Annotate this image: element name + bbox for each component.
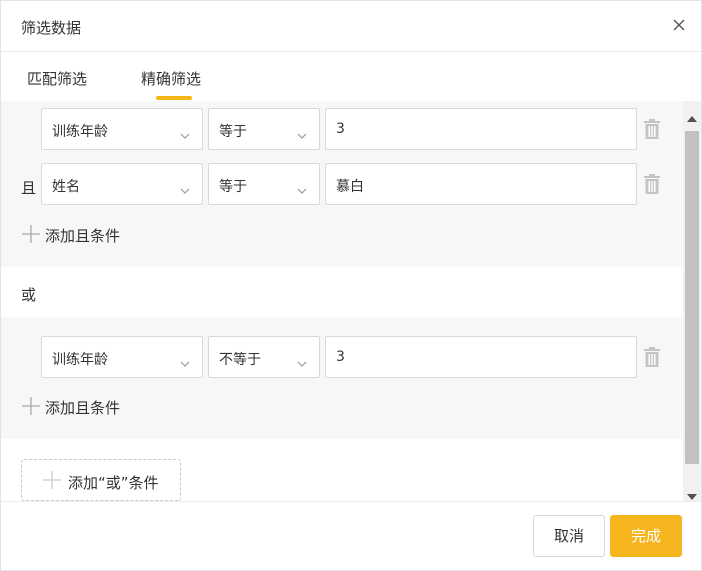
dialog-title: 筛选数据: [21, 19, 82, 37]
trash-icon[interactable]: [642, 173, 662, 195]
operator-select[interactable]: 不等于: [208, 336, 320, 378]
scrollbar-thumb[interactable]: [685, 131, 699, 464]
value-input-text: 3: [336, 121, 345, 137]
condition-group: 训练年龄 不等于 3 添加且条件: [1, 317, 683, 439]
field-select-value: 训练年龄: [52, 352, 108, 368]
field-select-value: 训练年龄: [52, 124, 108, 140]
done-button-label: 完成: [630, 527, 661, 545]
add-or-condition-button[interactable]: 添加“或”条件: [21, 459, 181, 501]
value-input-text: 3: [336, 349, 345, 365]
chevron-down-icon: [297, 180, 307, 199]
cancel-button[interactable]: 取消: [533, 515, 605, 557]
and-connector-label: 且: [21, 179, 37, 197]
value-input[interactable]: 慕白: [325, 163, 637, 205]
value-input[interactable]: 3: [325, 108, 637, 150]
value-input-text: 慕白: [336, 179, 364, 195]
operator-select-value: 等于: [219, 179, 247, 195]
add-or-condition-label: 添加“或”条件: [68, 474, 159, 492]
operator-select-value: 等于: [219, 124, 247, 140]
chevron-down-icon: [297, 125, 307, 144]
operator-select-value: 不等于: [219, 352, 261, 368]
field-select[interactable]: 训练年龄: [41, 108, 203, 150]
vertical-scrollbar[interactable]: [683, 101, 701, 501]
plus-icon: [42, 470, 62, 494]
tab-bar: 匹配筛选 精确筛选: [1, 52, 701, 102]
value-input[interactable]: 3: [325, 336, 637, 378]
condition-list: 训练年龄 等于 3 且 姓名 等于 慕白 添加且条件 或 训练年龄 不等于 3 …: [1, 101, 683, 501]
field-select-value: 姓名: [52, 179, 80, 195]
condition-group: 训练年龄 等于 3 且 姓名 等于 慕白 添加且条件: [1, 101, 683, 267]
dialog-header: 筛选数据: [1, 1, 701, 52]
tab-match-filter[interactable]: 匹配筛选: [27, 68, 87, 89]
tab-exact-filter[interactable]: 精确筛选: [141, 68, 201, 89]
scroll-up-arrow-icon[interactable]: [687, 107, 697, 126]
plus-icon: [21, 224, 41, 248]
field-select[interactable]: 训练年龄: [41, 336, 203, 378]
condition-row: 训练年龄 不等于 3: [1, 336, 683, 380]
filter-dialog: 筛选数据 匹配筛选 精确筛选 训练年龄 等于 3 且 姓名 等于 慕白 添加且条…: [0, 0, 702, 571]
chevron-down-icon: [180, 180, 190, 199]
operator-select[interactable]: 等于: [208, 108, 320, 150]
or-connector-label: 或: [21, 286, 37, 304]
cancel-button-label: 取消: [553, 527, 584, 545]
active-tab-indicator: [156, 96, 192, 100]
trash-icon[interactable]: [642, 118, 662, 140]
close-icon[interactable]: [669, 15, 689, 35]
condition-row: 且 姓名 等于 慕白: [1, 163, 683, 207]
done-button[interactable]: 完成: [610, 515, 682, 557]
plus-icon: [21, 396, 41, 420]
chevron-down-icon: [180, 353, 190, 372]
trash-icon[interactable]: [642, 346, 662, 368]
dialog-footer: 取消 完成: [1, 501, 701, 570]
add-and-condition-label: 添加且条件: [45, 399, 121, 417]
add-and-condition-label: 添加且条件: [45, 227, 121, 245]
field-select[interactable]: 姓名: [41, 163, 203, 205]
condition-row: 训练年龄 等于 3: [1, 108, 683, 152]
chevron-down-icon: [180, 125, 190, 144]
operator-select[interactable]: 等于: [208, 163, 320, 205]
chevron-down-icon: [297, 353, 307, 372]
